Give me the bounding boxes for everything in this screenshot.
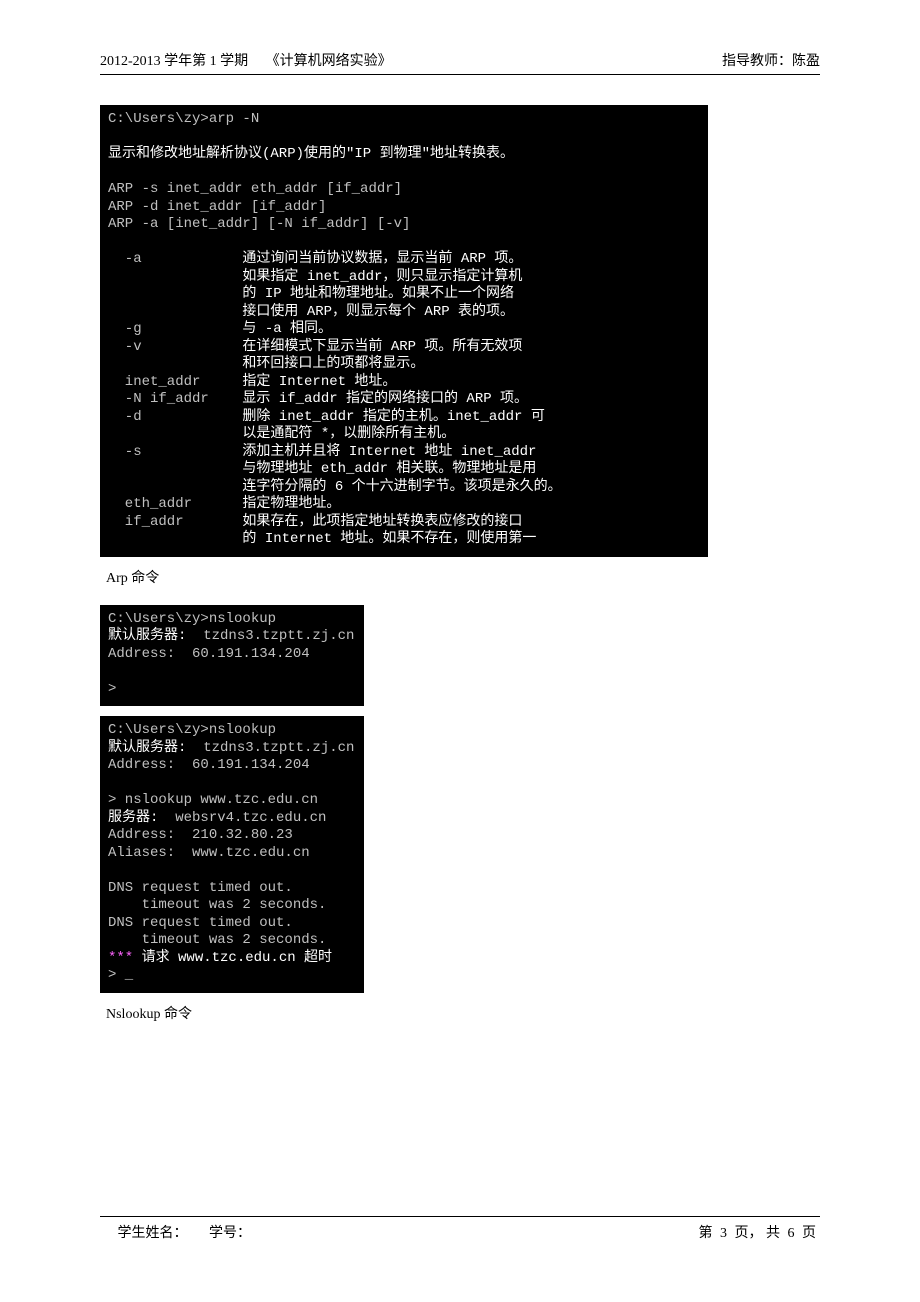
arp-syntax: ARP -d inet_addr [if_addr] (108, 199, 326, 215)
caption-arp: Arp 命令 (106, 567, 820, 587)
opt-desc: 与 -a 相同。 (242, 321, 332, 337)
header-right: 指导教师：陈盈 (722, 50, 820, 70)
opt-desc: 接口使用 ARP，则显示每个 ARP 表的项。 (108, 304, 514, 320)
caption-nslookup: Nslookup 命令 (106, 1003, 820, 1023)
server-label: 服务器: (108, 810, 175, 826)
terminal-arp: C:\Users\zy>arp -N 显示和修改地址解析协议(ARP)使用的"I… (100, 105, 708, 557)
footer-left: 学生姓名： 学号： (100, 1222, 255, 1242)
academic-year-link[interactable]: 2012-2013 (100, 54, 161, 69)
header-left: 2012-2013 学年第 1 学期 《计算机网络实验》 (100, 50, 392, 70)
arp-prompt: C:\Users\zy>arp -N (108, 111, 259, 127)
address-line: Address: 210.32.80.23 (108, 827, 293, 843)
opt-desc: 与物理地址 eth_addr 相关联。物理地址是用 (108, 461, 536, 477)
default-server-name: tzdns3.tzptt.zj.cn (203, 740, 354, 756)
opt-key: -d (108, 409, 242, 425)
opt-key: -a (108, 251, 242, 267)
page-prefix: 第 (699, 1226, 717, 1241)
opt-key: inet_addr (108, 374, 242, 390)
arp-syntax: ARP -s inet_addr eth_addr [if_addr] (108, 181, 402, 197)
footer-right: 第 3 页， 共 6 页 (699, 1222, 821, 1242)
opt-desc: 以是通配符 *，以删除所有主机。 (108, 426, 455, 442)
default-server-label: 默认服务器: (108, 628, 203, 644)
opt-desc: 如果存在，此项指定地址转换表应修改的接口 (242, 514, 522, 530)
opt-desc: 和环回接口上的项都将显示。 (108, 356, 424, 372)
prompt-cursor: > _ (108, 967, 133, 983)
terminal-nslookup-1: C:\Users\zy>nslookup 默认服务器: tzdns3.tzptt… (100, 605, 364, 707)
opt-desc: 添加主机并且将 Internet 地址 inet_addr (242, 444, 536, 460)
dns-timeout: timeout was 2 seconds. (108, 932, 326, 948)
address-line: Address: 60.191.134.204 (108, 646, 310, 662)
opt-key: eth_addr (108, 496, 242, 512)
teacher-label: 指导教师： (722, 54, 792, 69)
page-suffix: 页 (799, 1226, 817, 1241)
dns-timeout: timeout was 2 seconds. (108, 897, 326, 913)
opt-key: if_addr (108, 514, 242, 530)
opt-desc: 在详细模式下显示当前 ARP 项。所有无效项 (242, 339, 522, 355)
opt-desc: 连字符分隔的 6 个十六进制字节。该项是永久的。 (108, 479, 562, 495)
prompt-cursor: > (108, 681, 116, 697)
page-total: 6 (788, 1226, 795, 1241)
year-suffix: 学年第 (161, 54, 207, 69)
page-footer: 学生姓名： 学号： 第 3 页， 共 6 页 (100, 1216, 820, 1242)
student-id-label: 学号： (209, 1226, 251, 1241)
nslookup-query: > nslookup www.tzc.edu.cn (108, 792, 318, 808)
semester-suffix: 学期 (220, 54, 248, 69)
opt-key: -g (108, 321, 242, 337)
arp-description: 显示和修改地址解析协议(ARP)使用的"IP 到物理"地址转换表。 (108, 146, 514, 162)
arp-syntax: ARP -a [inet_addr] [-N if_addr] [-v] (108, 216, 410, 232)
opt-desc: 的 IP 地址和物理地址。如果不止一个网络 (108, 286, 514, 302)
opt-desc: 的 Internet 地址。如果不存在，则使用第一 (108, 531, 536, 547)
default-server-name: tzdns3.tzptt.zj.cn (203, 628, 354, 644)
error-stars: *** (108, 950, 142, 966)
dns-timeout: DNS request timed out. (108, 880, 293, 896)
nslookup-prompt: C:\Users\zy>nslookup (108, 722, 276, 738)
server-name: websrv4.tzc.edu.cn (175, 810, 326, 826)
default-server-label: 默认服务器: (108, 740, 203, 756)
terminal-nslookup-2: C:\Users\zy>nslookup 默认服务器: tzdns3.tzptt… (100, 716, 364, 993)
opt-desc: 指定 Internet 地址。 (242, 374, 396, 390)
page-header: 2012-2013 学年第 1 学期 《计算机网络实验》 指导教师：陈盈 (100, 50, 820, 75)
teacher-name: 陈盈 (792, 54, 820, 69)
opt-key: -N if_addr (108, 391, 242, 407)
aliases-line: Aliases: www.tzc.edu.cn (108, 845, 310, 861)
student-name-label: 学生姓名： (118, 1226, 188, 1241)
opt-key: -s (108, 444, 242, 460)
dns-timeout: DNS request timed out. (108, 915, 293, 931)
page-number: 3 (720, 1226, 727, 1241)
opt-desc: 如果指定 inet_addr，则只显示指定计算机 (108, 269, 522, 285)
opt-desc: 通过询问当前协议数据，显示当前 ARP 项。 (242, 251, 522, 267)
page-mid: 页， 共 (731, 1226, 784, 1241)
nslookup-prompt: C:\Users\zy>nslookup (108, 611, 276, 627)
opt-desc: 删除 inet_addr 指定的主机。inet_addr 可 (242, 409, 544, 425)
semester-number: 1 (206, 54, 220, 69)
error-msg: 请求 www.tzc.edu.cn 超时 (142, 950, 332, 966)
course-title: 《计算机网络实验》 (266, 54, 392, 69)
opt-desc: 指定物理地址。 (242, 496, 340, 512)
address-line: Address: 60.191.134.204 (108, 757, 310, 773)
opt-key: -v (108, 339, 242, 355)
opt-desc: 显示 if_addr 指定的网络接口的 ARP 项。 (242, 391, 528, 407)
